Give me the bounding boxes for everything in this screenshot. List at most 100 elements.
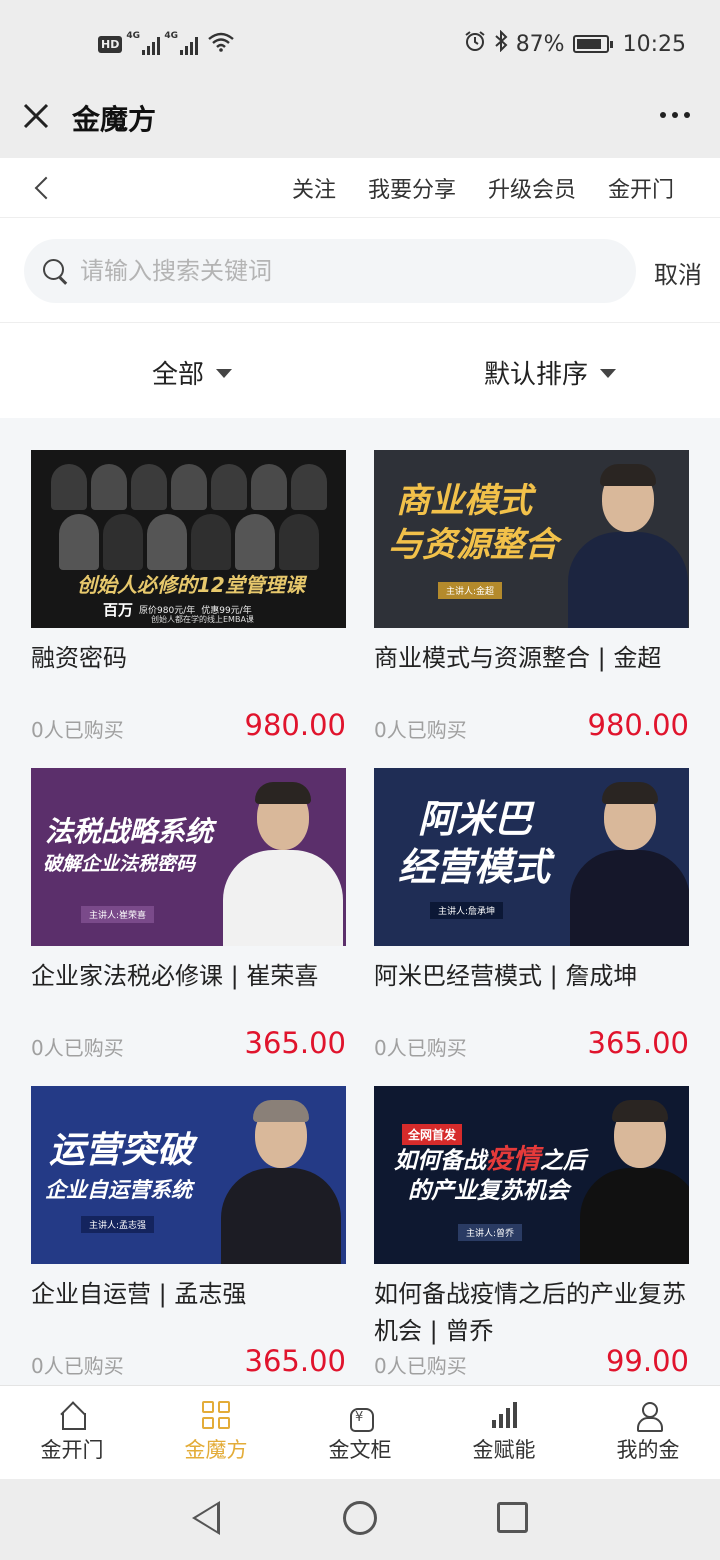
speaker-photo [570,776,689,946]
close-icon[interactable] [20,100,52,132]
thumbnail-headline-2: 破解企业法税密码 [43,853,196,875]
course-thumbnail[interactable]: 创始人必修的12堂管理课 百万 原价980元/年 优惠99元/年 创始人都在学的… [31,450,346,628]
thumbnail-headline-1: 法税战略系统 [45,815,214,848]
course-title[interactable]: 如何备战疫情之后的产业复苏机会 | 曾乔 [374,1276,689,1350]
tab-label: 金赋能 [472,1438,536,1462]
course-card[interactable]: 阿米巴 经营模式 主讲人:詹承坤 阿米巴经营模式 | 詹成坤 0人已购买 365… [374,768,689,1086]
course-price: 980.00 [587,708,689,742]
signal-icon: 4G [126,31,161,55]
search-box[interactable] [24,239,636,303]
network-type-label-2: 4G [164,30,178,41]
filter-bar: 全部 默认排序 [0,324,720,418]
speaker-photo [221,1094,341,1264]
course-card[interactable]: 运营突破 企业自运营系统 主讲人:孟志强 企业自运营 | 孟志强 0人已购买 3… [31,1086,346,1385]
search-icon [40,256,70,286]
back-arrow-icon[interactable] [30,172,60,202]
upgrade-member-link[interactable]: 升级会员 [488,172,576,204]
bluetooth-icon [494,29,508,58]
course-price: 365.00 [244,1026,346,1060]
clock: 10:25 [622,31,686,57]
tab-jinwengui[interactable]: 金文柜 [288,1386,432,1479]
caret-down-icon [216,369,233,378]
course-list: 创始人必修的12堂管理课 百万 原价980元/年 优惠99元/年 创始人都在学的… [0,418,720,1385]
course-card[interactable]: 商业模式 与资源整合 主讲人:金超 商业模式与资源整合 | 金超 0人已购买 9… [374,450,689,768]
thumbnail-headline-1a: 如何备战 [394,1148,486,1174]
tab-label: 金魔方 [184,1438,248,1462]
thumbnail-headline-2: 经营模式 [398,845,551,889]
course-thumbnail[interactable]: 运营突破 企业自运营系统 主讲人:孟志强 [31,1086,346,1264]
system-nav-bar [0,1479,720,1560]
thumbnail-headline-1b: 疫情 [486,1144,540,1175]
course-title[interactable]: 商业模式与资源整合 | 金超 [374,640,689,677]
tab-jinfuneng[interactable]: 金赋能 [432,1386,576,1479]
speaker-group-image [37,450,340,570]
battery-fill [576,39,601,49]
course-card[interactable]: 全网首发 如何备战疫情之后 的产业复苏机会 主讲人:曾乔 如何备战疫情之后的产业… [374,1086,689,1385]
buyers-count: 0人已购买 [31,1036,124,1060]
tab-label: 我的金 [616,1438,680,1462]
follow-link[interactable]: 关注 [292,172,336,204]
search-input[interactable] [80,257,600,285]
share-link[interactable]: 我要分享 [368,172,456,204]
page-title: 金魔方 [72,103,157,136]
buyers-count: 0人已购买 [374,1354,467,1378]
status-bar: HD 4G 4G 87% 10:25 [0,0,720,88]
course-title[interactable]: 阿米巴经营模式 | 詹成坤 [374,958,689,995]
speaker-label: 主讲人:孟志强 [81,1216,155,1233]
course-thumbnail[interactable]: 阿米巴 经营模式 主讲人:詹承坤 [374,768,689,946]
course-price: 365.00 [587,1026,689,1060]
speaker-label: 主讲人:詹承坤 [430,902,504,919]
speaker-label: 主讲人:崔荣喜 [81,906,155,923]
wifi-icon [208,32,235,57]
thumbnail-small-3: 创始人都在学的线上EMBA课 [151,615,254,624]
system-recents-icon[interactable] [497,1502,528,1533]
thumbnail-headline-1: 商业模式 [396,481,532,521]
system-back-icon[interactable] [192,1501,220,1535]
category-filter[interactable]: 全部 [152,354,233,391]
thumbnail-headline-1: 阿米巴 [418,797,533,841]
category-filter-label: 全部 [152,360,205,390]
buyers-count: 0人已购买 [374,718,467,742]
more-options-icon[interactable] [660,112,690,118]
cancel-button[interactable]: 取消 [654,255,702,290]
thumbnail-headline-2: 的产业复苏机会 [408,1178,569,1204]
speaker-photo [580,1094,689,1264]
speaker-label: 主讲人:曾乔 [458,1224,523,1241]
title-bar: 金魔方 [0,88,720,158]
course-price: 365.00 [244,1344,346,1378]
thumbnail-headline-1: 运营突破 [49,1130,194,1171]
tab-jinkaimen[interactable]: 金开门 [0,1386,144,1479]
course-thumbnail[interactable]: 商业模式 与资源整合 主讲人:金超 [374,450,689,628]
speaker-photo [223,776,343,946]
course-price: 99.00 [605,1344,689,1378]
caret-down-icon [600,369,617,378]
course-title[interactable]: 企业家法税必修课 | 崔荣喜 [31,958,346,995]
thumbnail-headline-2: 与资源整合 [388,525,558,565]
course-card[interactable]: 法税战略系统 破解企业法税密码 主讲人:崔荣喜 企业家法税必修课 | 崔荣喜 0… [31,768,346,1086]
course-title[interactable]: 融资密码 [31,640,346,677]
course-card[interactable]: 创始人必修的12堂管理课 百万 原价980元/年 优惠99元/年 创始人都在学的… [31,450,346,768]
signal-icon-2: 4G [164,31,199,55]
bar-chart-icon [489,1400,519,1430]
course-thumbnail[interactable]: 全网首发 如何备战疫情之后 的产业复苏机会 主讲人:曾乔 [374,1086,689,1264]
grid-icon [201,1400,231,1430]
thumbnail-subline: 百万 [103,601,134,619]
status-left-icons: HD 4G 4G [98,31,235,57]
sort-filter[interactable]: 默认排序 [484,354,617,391]
thumbnail-headline: 创始人必修的12堂管理课 [77,573,305,597]
sort-filter-label: 默认排序 [484,360,589,390]
home-icon [57,1400,87,1430]
course-title[interactable]: 企业自运营 | 孟志强 [31,1276,346,1313]
speaker-label: 主讲人:金超 [438,582,503,599]
buyers-count: 0人已购买 [31,718,124,742]
tab-wodejin[interactable]: 我的金 [576,1386,720,1479]
network-type-label: 4G [126,30,140,41]
first-release-badge: 全网首发 [402,1124,463,1145]
course-thumbnail[interactable]: 法税战略系统 破解企业法税密码 主讲人:崔荣喜 [31,768,346,946]
tab-label: 金文柜 [328,1438,392,1462]
alarm-icon [464,30,486,58]
tab-jinmofang[interactable]: 金魔方 [144,1386,288,1479]
battery-icon [572,35,613,53]
system-home-icon[interactable] [343,1501,377,1535]
jinkaimen-link[interactable]: 金开门 [608,172,674,204]
